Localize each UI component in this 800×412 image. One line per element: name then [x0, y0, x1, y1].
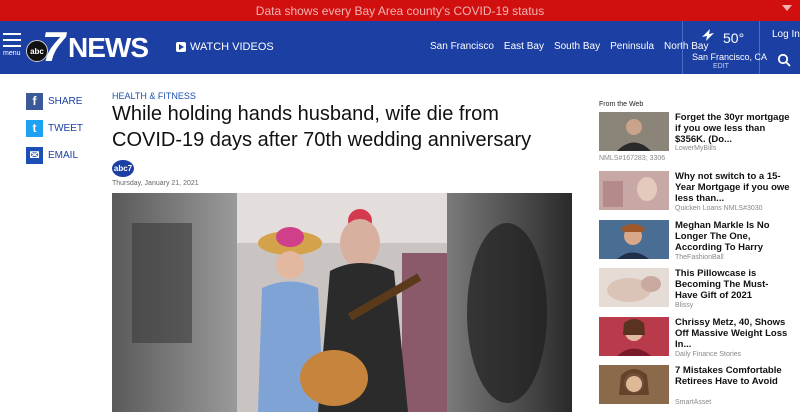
promo-title: Forget the 30yr mortgage if you owe less…: [675, 112, 790, 145]
email-icon: ✉: [26, 146, 43, 164]
abc7-news-logo[interactable]: abc 7 NEWS: [26, 23, 166, 70]
abc7-byline-logo: abc7: [112, 160, 134, 177]
sponsored-item[interactable]: 7 Mistakes Comfortable Retirees Have to …: [599, 365, 791, 407]
weather-icon: [702, 29, 714, 41]
promo-thumbnail: [599, 112, 669, 151]
promo-source: SmartAsset: [675, 399, 712, 406]
login-link[interactable]: Log In: [772, 29, 800, 40]
nav-san-francisco[interactable]: San Francisco: [430, 41, 494, 52]
promo-source: LowerMyBills: [675, 145, 717, 152]
chevron-down-icon[interactable]: [782, 5, 792, 11]
article-category[interactable]: HEALTH & FITNESS: [112, 91, 196, 101]
promo-thumbnail: [599, 268, 669, 307]
article-hero-image[interactable]: [112, 193, 572, 412]
promo-source: TheFashionBall: [675, 254, 724, 261]
hamburger-icon: [3, 33, 21, 35]
facebook-icon: f: [26, 92, 43, 110]
promo-title: Meghan Markle Is No Longer The One, Acco…: [675, 220, 770, 253]
hamburger-icon-bar: [3, 39, 21, 41]
promo-thumbnail: [599, 171, 669, 210]
nav-south-bay[interactable]: South Bay: [554, 41, 600, 52]
promo-title: 7 Mistakes Comfortable Retirees Have to …: [675, 365, 782, 387]
site-header: menu abc 7 NEWS WATCH VIDEOS San Francis…: [0, 21, 800, 74]
promo-title: Why not switch to a 15-Year Mortgage if …: [675, 171, 790, 204]
share-email-button[interactable]: ✉ EMAIL: [26, 146, 83, 164]
sponsored-item[interactable]: This Pillowcase is Becoming The Must-Hav…: [599, 268, 791, 310]
alert-text[interactable]: Data shows every Bay Area county's COVID…: [256, 4, 544, 18]
share-twitter-button[interactable]: t TWEET: [26, 119, 83, 137]
share-label: SHARE: [48, 95, 83, 107]
sponsored-item[interactable]: Meghan Markle Is No Longer The One, Acco…: [599, 220, 791, 262]
twitter-icon: t: [26, 119, 43, 137]
promo-source: Blissy: [675, 302, 694, 309]
nav-peninsula[interactable]: Peninsula: [610, 41, 654, 52]
logo-news: NEWS: [68, 32, 149, 63]
region-nav: San Francisco East Bay South Bay Peninsu…: [430, 41, 719, 52]
promo-thumbnail: [599, 365, 669, 404]
watch-videos-label: WATCH VIDEOS: [190, 41, 274, 53]
promo-thumbnail: [599, 317, 669, 356]
sponsored-heading: From the Web: [599, 101, 644, 108]
hamburger-icon-bar: [3, 45, 21, 47]
sponsored-item[interactable]: Chrissy Metz, 40, Shows Off Massive Weig…: [599, 317, 791, 359]
weather-location: San Francisco, CA: [692, 52, 768, 62]
weather-edit-link[interactable]: EDIT: [713, 63, 729, 70]
email-label: EMAIL: [48, 149, 79, 161]
logo-seven: 7: [42, 23, 65, 70]
tweet-label: TWEET: [48, 122, 83, 134]
sponsored-item[interactable]: Why not switch to a 15-Year Mortgage if …: [599, 171, 791, 213]
play-icon: [176, 42, 186, 52]
menu-button[interactable]: [3, 33, 23, 63]
promo-title: Chrissy Metz, 40, Shows Off Massive Weig…: [675, 317, 788, 350]
breaking-news-alert-bar[interactable]: Data shows every Bay Area county's COVID…: [0, 0, 800, 21]
hero-photo: [112, 193, 572, 412]
promo-thumbnail: [599, 220, 669, 259]
weather-temperature: 50°: [723, 30, 745, 46]
promo-source: Quicken Loans NMLS#3030: [675, 205, 763, 212]
sponsored-item[interactable]: Forget the 30yr mortgage if you owe less…: [599, 112, 791, 164]
promo-disclaimer: NMLS#167283; 3306: [599, 155, 666, 162]
share-facebook-button[interactable]: f SHARE: [26, 92, 83, 110]
menu-label[interactable]: menu: [3, 50, 21, 57]
promo-source: Daily Finance Stories: [675, 351, 742, 358]
promo-title: This Pillowcase is Becoming The Must-Hav…: [675, 268, 769, 301]
nav-east-bay[interactable]: East Bay: [504, 41, 544, 52]
article-headline: While holding hands husband, wife die fr…: [112, 103, 532, 151]
share-tools: f SHARE t TWEET ✉ EMAIL: [26, 92, 83, 173]
watch-videos-link[interactable]: WATCH VIDEOS: [176, 41, 274, 53]
article-date: Thursday, January 21, 2021: [112, 180, 199, 187]
weather-widget[interactable]: 50° San Francisco, CA EDIT: [682, 21, 767, 74]
search-icon[interactable]: [777, 53, 791, 67]
